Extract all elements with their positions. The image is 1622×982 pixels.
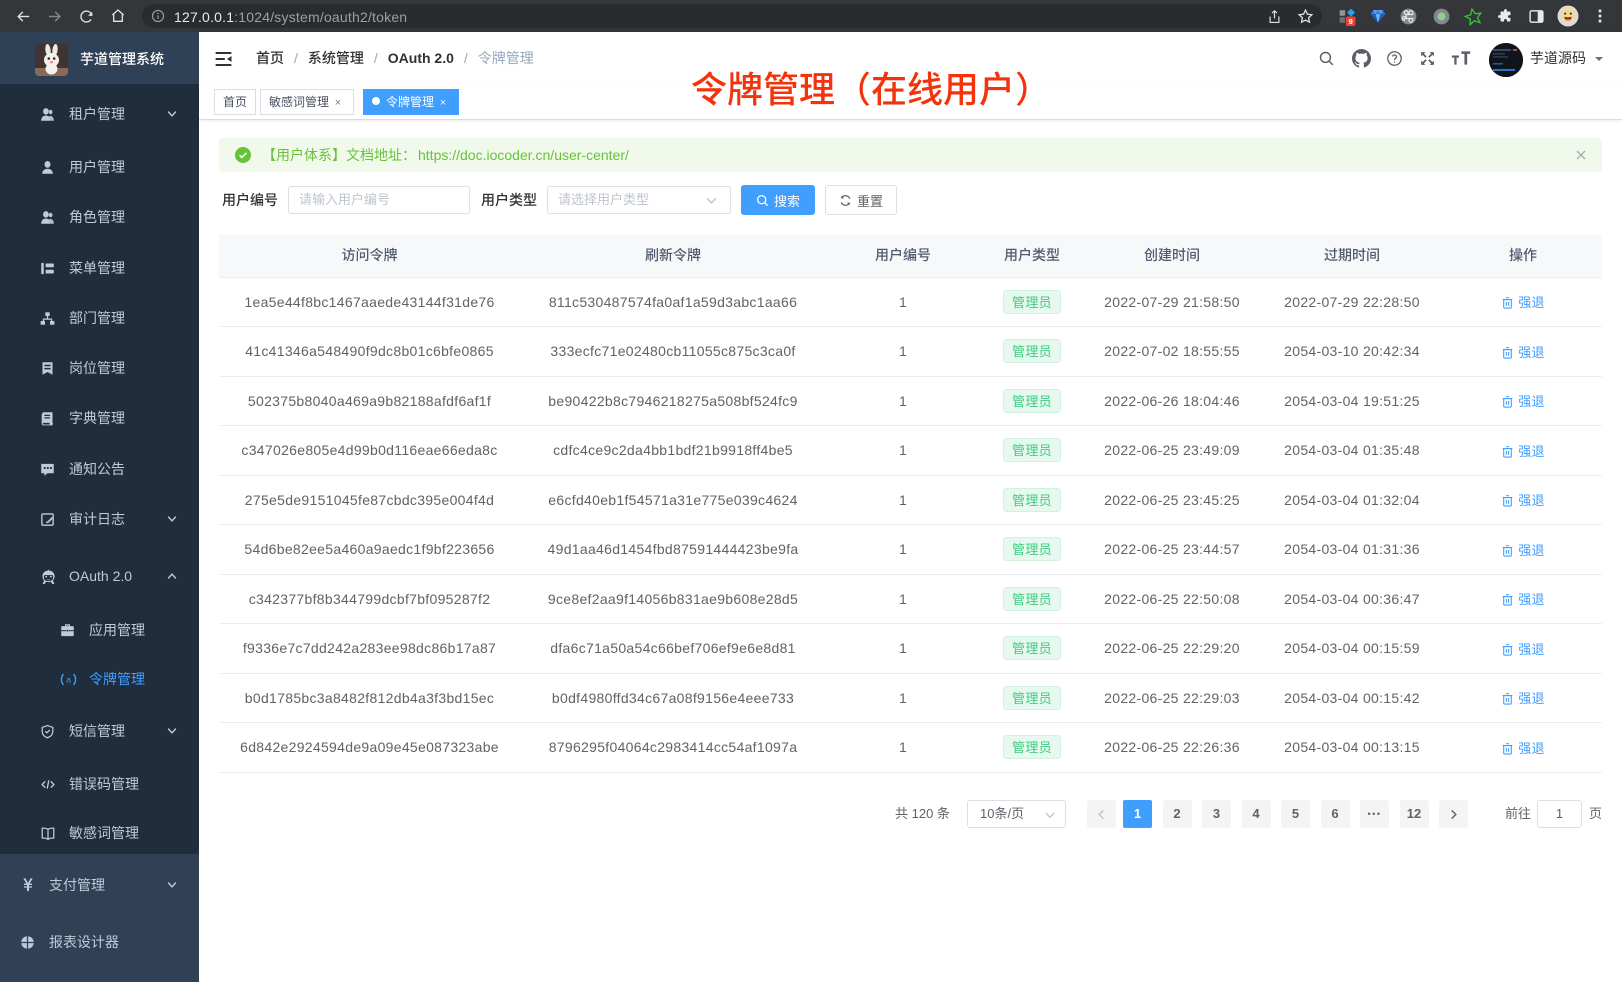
svg-text:a: a (66, 674, 71, 684)
svg-text:9: 9 (1349, 17, 1353, 26)
